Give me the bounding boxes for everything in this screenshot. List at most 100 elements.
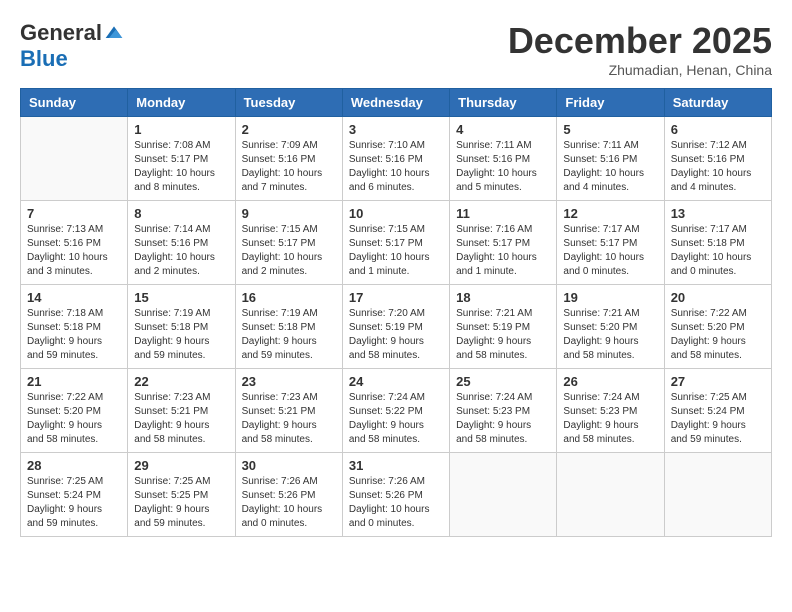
table-row: 11 Sunrise: 7:16 AMSunset: 5:17 PMDayligh… <box>450 201 557 285</box>
day-number: 13 <box>671 206 765 221</box>
day-info: Sunrise: 7:16 AMSunset: 5:17 PMDaylight:… <box>456 223 550 279</box>
table-row: 9 Sunrise: 7:15 AMSunset: 5:17 PMDaylight… <box>235 201 342 285</box>
table-row: 28 Sunrise: 7:25 AMSunset: 5:24 PMDayligh… <box>21 453 128 537</box>
day-info: Sunrise: 7:21 AMSunset: 5:19 PMDaylight:… <box>456 307 550 363</box>
col-tuesday: Tuesday <box>235 89 342 117</box>
day-info: Sunrise: 7:24 AMSunset: 5:22 PMDaylight:… <box>349 391 443 447</box>
day-number: 10 <box>349 206 443 221</box>
table-row <box>450 453 557 537</box>
day-info: Sunrise: 7:17 AMSunset: 5:18 PMDaylight:… <box>671 223 765 279</box>
page-header: General Blue December 2025 Zhumadian, He… <box>20 20 772 78</box>
day-number: 30 <box>242 458 336 473</box>
table-row: 1 Sunrise: 7:08 AMSunset: 5:17 PMDaylight… <box>128 117 235 201</box>
day-number: 25 <box>456 374 550 389</box>
table-row: 8Sunrise: 7:14 AMSunset: 5:16 PMDaylight… <box>128 201 235 285</box>
day-info: Sunrise: 7:10 AMSunset: 5:16 PMDaylight:… <box>349 139 443 195</box>
day-number: 24 <box>349 374 443 389</box>
table-row: 19Sunrise: 7:21 AMSunset: 5:20 PMDayligh… <box>557 285 664 369</box>
table-row: 7 Sunrise: 7:13 AMSunset: 5:16 PMDaylight… <box>21 201 128 285</box>
day-info: Sunrise: 7:26 AMSunset: 5:26 PMDaylight:… <box>349 475 443 531</box>
table-row: 15 Sunrise: 7:19 AMSunset: 5:18 PMDayligh… <box>128 285 235 369</box>
day-number: 3 <box>349 122 443 137</box>
day-info: Sunrise: 7:08 AMSunset: 5:17 PMDaylight:… <box>134 139 228 195</box>
table-row: 16 Sunrise: 7:19 AMSunset: 5:18 PMDayligh… <box>235 285 342 369</box>
title-section: December 2025 Zhumadian, Henan, China <box>508 20 772 78</box>
day-number: 31 <box>349 458 443 473</box>
table-row: 27 Sunrise: 7:25 AMSunset: 5:24 PMDayligh… <box>664 369 771 453</box>
table-row: 24 Sunrise: 7:24 AMSunset: 5:22 PMDayligh… <box>342 369 449 453</box>
col-sunday: Sunday <box>21 89 128 117</box>
day-number: 19 <box>563 290 657 305</box>
day-number: 27 <box>671 374 765 389</box>
day-number: 11 <box>456 206 550 221</box>
col-thursday: Thursday <box>450 89 557 117</box>
day-number: 15 <box>134 290 228 305</box>
table-row: 2 Sunrise: 7:09 AMSunset: 5:16 PMDaylight… <box>235 117 342 201</box>
table-row: 17 Sunrise: 7:20 AMSunset: 5:19 PMDayligh… <box>342 285 449 369</box>
col-saturday: Saturday <box>664 89 771 117</box>
calendar-header-row: Sunday Monday Tuesday Wednesday Thursday… <box>21 89 772 117</box>
logo: General Blue <box>20 20 124 72</box>
table-row: 25 Sunrise: 7:24 AMSunset: 5:23 PMDayligh… <box>450 369 557 453</box>
table-row: 14 Sunrise: 7:18 AMSunset: 5:18 PMDayligh… <box>21 285 128 369</box>
logo-blue: Blue <box>20 46 68 72</box>
day-info: Sunrise: 7:25 AMSunset: 5:24 PMDaylight:… <box>671 391 765 447</box>
day-info: Sunrise: 7:20 AMSunset: 5:19 PMDaylight:… <box>349 307 443 363</box>
day-number: 16 <box>242 290 336 305</box>
calendar-week-row: 7 Sunrise: 7:13 AMSunset: 5:16 PMDaylight… <box>21 201 772 285</box>
day-number: 28 <box>27 458 121 473</box>
col-friday: Friday <box>557 89 664 117</box>
day-number: 8 <box>134 206 228 221</box>
day-number: 2 <box>242 122 336 137</box>
day-info: Sunrise: 7:12 AMSunset: 5:16 PMDaylight:… <box>671 139 765 195</box>
table-row: 18 Sunrise: 7:21 AMSunset: 5:19 PMDayligh… <box>450 285 557 369</box>
table-row <box>557 453 664 537</box>
day-info: Sunrise: 7:09 AMSunset: 5:16 PMDaylight:… <box>242 139 336 195</box>
col-monday: Monday <box>128 89 235 117</box>
day-info: Sunrise: 7:23 AMSunset: 5:21 PMDaylight:… <box>134 391 228 447</box>
day-number: 18 <box>456 290 550 305</box>
day-number: 26 <box>563 374 657 389</box>
day-number: 22 <box>134 374 228 389</box>
day-info: Sunrise: 7:24 AMSunset: 5:23 PMDaylight:… <box>456 391 550 447</box>
day-info: Sunrise: 7:19 AMSunset: 5:18 PMDaylight:… <box>134 307 228 363</box>
logo-icon <box>104 23 124 43</box>
day-number: 9 <box>242 206 336 221</box>
table-row: 10 Sunrise: 7:15 AMSunset: 5:17 PMDayligh… <box>342 201 449 285</box>
day-number: 14 <box>27 290 121 305</box>
calendar-week-row: 14 Sunrise: 7:18 AMSunset: 5:18 PMDayligh… <box>21 285 772 369</box>
calendar-table: Sunday Monday Tuesday Wednesday Thursday… <box>20 88 772 537</box>
table-row: 13 Sunrise: 7:17 AMSunset: 5:18 PMDayligh… <box>664 201 771 285</box>
calendar-week-row: 1 Sunrise: 7:08 AMSunset: 5:17 PMDaylight… <box>21 117 772 201</box>
day-info: Sunrise: 7:25 AMSunset: 5:25 PMDaylight:… <box>134 475 228 531</box>
col-wednesday: Wednesday <box>342 89 449 117</box>
table-row: 22 Sunrise: 7:23 AMSunset: 5:21 PMDayligh… <box>128 369 235 453</box>
table-row: 30Sunrise: 7:26 AMSunset: 5:26 PMDayligh… <box>235 453 342 537</box>
day-info: Sunrise: 7:19 AMSunset: 5:18 PMDaylight:… <box>242 307 336 363</box>
table-row: 21 Sunrise: 7:22 AMSunset: 5:20 PMDayligh… <box>21 369 128 453</box>
day-number: 23 <box>242 374 336 389</box>
table-row: 20 Sunrise: 7:22 AMSunset: 5:20 PMDayligh… <box>664 285 771 369</box>
table-row: 6 Sunrise: 7:12 AMSunset: 5:16 PMDaylight… <box>664 117 771 201</box>
day-number: 6 <box>671 122 765 137</box>
day-number: 1 <box>134 122 228 137</box>
day-info: Sunrise: 7:13 AMSunset: 5:16 PMDaylight:… <box>27 223 121 279</box>
table-row: 26 Sunrise: 7:24 AMSunset: 5:23 PMDayligh… <box>557 369 664 453</box>
day-info: Sunrise: 7:22 AMSunset: 5:20 PMDaylight:… <box>27 391 121 447</box>
day-number: 20 <box>671 290 765 305</box>
day-number: 5 <box>563 122 657 137</box>
day-number: 21 <box>27 374 121 389</box>
table-row <box>664 453 771 537</box>
table-row: 3 Sunrise: 7:10 AMSunset: 5:16 PMDaylight… <box>342 117 449 201</box>
day-number: 7 <box>27 206 121 221</box>
month-title: December 2025 <box>508 20 772 62</box>
day-info: Sunrise: 7:24 AMSunset: 5:23 PMDaylight:… <box>563 391 657 447</box>
day-info: Sunrise: 7:25 AMSunset: 5:24 PMDaylight:… <box>27 475 121 531</box>
day-number: 17 <box>349 290 443 305</box>
day-info: Sunrise: 7:17 AMSunset: 5:17 PMDaylight:… <box>563 223 657 279</box>
day-info: Sunrise: 7:15 AMSunset: 5:17 PMDaylight:… <box>349 223 443 279</box>
day-info: Sunrise: 7:15 AMSunset: 5:17 PMDaylight:… <box>242 223 336 279</box>
table-row: 12Sunrise: 7:17 AMSunset: 5:17 PMDayligh… <box>557 201 664 285</box>
day-info: Sunrise: 7:18 AMSunset: 5:18 PMDaylight:… <box>27 307 121 363</box>
day-info: Sunrise: 7:22 AMSunset: 5:20 PMDaylight:… <box>671 307 765 363</box>
